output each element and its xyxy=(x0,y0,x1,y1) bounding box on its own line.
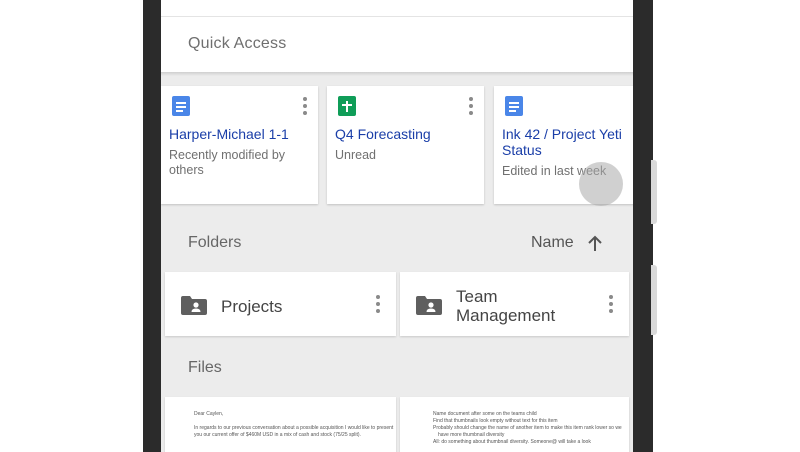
shared-folder-icon xyxy=(181,296,207,315)
thumbnail-text-line: Name document after some on the teams ch… xyxy=(433,411,537,417)
header-shadow xyxy=(161,72,633,76)
phone-frame-left xyxy=(143,0,161,452)
thumbnail-text-line: have more thumbnail diversity xyxy=(438,432,505,438)
folders-heading: Folders xyxy=(188,234,242,251)
quick-access-card[interactable]: Harper-Michael 1-1 Recently modified by … xyxy=(161,86,318,204)
card-subtitle: Unread xyxy=(335,148,376,162)
shared-folder-icon xyxy=(416,296,442,315)
file-thumbnail[interactable]: Dear Caylen, In regards to our previous … xyxy=(165,397,396,452)
phone-volume-button xyxy=(651,160,657,224)
card-subtitle: Recently modified by others xyxy=(169,148,286,177)
more-options-icon[interactable] xyxy=(468,97,474,115)
thumbnail-text-line: Dear Caylen, xyxy=(194,411,224,417)
thumbnail-text-line: In regards to our previous conversation … xyxy=(194,425,394,431)
thumbnail-text-line: All: do something about thumbnail divers… xyxy=(433,439,591,445)
thumbnail-text-line: you our current offer of $460M USD in a … xyxy=(194,432,361,438)
folder-name: Team Management xyxy=(456,287,556,325)
more-options-icon[interactable] xyxy=(608,295,614,313)
google-docs-icon xyxy=(172,96,190,116)
google-sheets-icon xyxy=(338,96,356,116)
more-options-icon[interactable] xyxy=(302,97,308,115)
drive-screen: Quick Access Harper-Michael 1-1 Recently… xyxy=(161,0,633,452)
card-title: Harper-Michael 1-1 xyxy=(169,126,289,142)
quick-access-title: Quick Access xyxy=(188,35,287,52)
sort-by-name-button[interactable]: Name xyxy=(531,234,574,252)
thumbnail-text-line: Find that thumbnails look empty without … xyxy=(433,418,558,424)
file-thumbnail[interactable]: Name document after some on the teams ch… xyxy=(400,397,629,452)
phone-frame-right xyxy=(633,0,653,452)
folder-name: Projects xyxy=(221,297,283,316)
card-title: Q4 Forecasting xyxy=(335,126,431,142)
card-title: Ink 42 / Project Yeti Status xyxy=(502,126,622,158)
quick-access-card[interactable]: Q4 Forecasting Unread xyxy=(327,86,484,204)
arrow-up-icon[interactable] xyxy=(586,235,604,253)
folder-item[interactable]: Projects xyxy=(165,272,396,336)
divider xyxy=(161,16,633,17)
phone-power-button xyxy=(651,265,657,335)
folder-item[interactable]: Team Management xyxy=(400,272,629,336)
more-options-icon[interactable] xyxy=(375,295,381,313)
thumbnail-text-line: Probably should change the name of anoth… xyxy=(433,425,622,431)
google-docs-icon xyxy=(505,96,523,116)
files-heading: Files xyxy=(188,359,222,376)
touch-ripple xyxy=(579,162,623,206)
